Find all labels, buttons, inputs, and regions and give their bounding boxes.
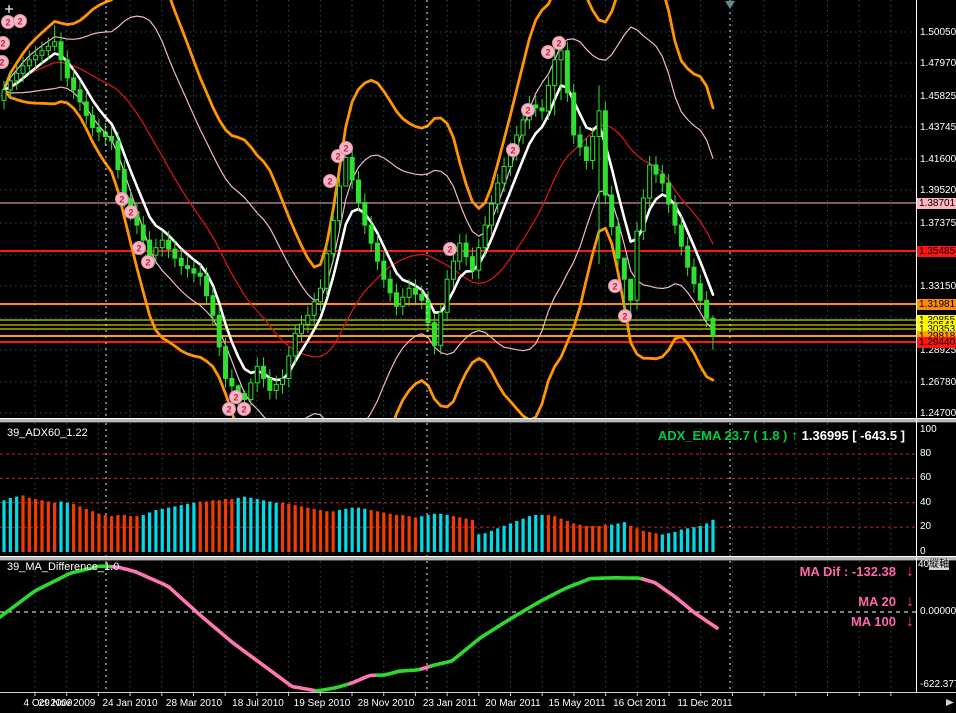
svg-text:2: 2	[145, 258, 150, 268]
date-axis-label: 28 Nov 2010	[358, 698, 415, 709]
price-axis-label: 1.39520	[920, 185, 956, 196]
down-arrow-icon: ↓	[906, 565, 914, 579]
date-axis-label: 11 Dec 2011	[677, 698, 732, 709]
date-axis-label: 23 Jan 2011	[423, 698, 477, 709]
adx-price-text: 1.36995 [ -643.5 ]	[802, 428, 905, 443]
madiff-panel	[0, 561, 916, 692]
ma-dif-row: MA Dif : -132.38 ↓	[800, 564, 914, 579]
ma-dif-value: MA Dif : -132.38	[800, 564, 896, 579]
adx-status-readout: ADX_EMA 23.7 ( 1.8 ) ↑ 1.36995 [ -643.5 …	[658, 427, 905, 443]
price-axis-label: 1.47970	[920, 58, 956, 69]
svg-text:2: 2	[525, 106, 530, 116]
adx-scale-label: 60	[920, 472, 931, 483]
adx-scale-label: 0	[920, 546, 926, 557]
price-axis-label: 1.43745	[920, 122, 956, 133]
date-axis-label: 28 Mar 2010	[166, 698, 222, 709]
svg-text:2: 2	[612, 282, 617, 292]
svg-text:2: 2	[136, 244, 141, 254]
svg-text:2: 2	[510, 146, 515, 156]
date-axis-label: 24 Jan 2010	[102, 698, 157, 709]
price-alert-tag: 1.38701	[917, 198, 956, 209]
svg-text:2: 2	[119, 195, 124, 205]
svg-text:2: 2	[17, 17, 22, 27]
price-alert-tag: 1.29440	[917, 337, 956, 348]
date-axis-label: 15 May 2011	[548, 698, 605, 709]
price-axis-label: 1.24700	[920, 408, 956, 419]
price-alert-tag: 1.35485	[917, 246, 956, 257]
price-axis-label: 1.26780	[920, 377, 956, 388]
svg-text:2: 2	[0, 58, 5, 68]
adx-scale-label: 80	[920, 448, 931, 459]
svg-text:2: 2	[241, 405, 246, 415]
svg-text:2: 2	[622, 312, 627, 322]
madiff-scale-top: 40縦軸	[918, 559, 949, 571]
adx-up-arrow-icon: ↑	[791, 427, 798, 443]
svg-text:2: 2	[128, 208, 133, 218]
date-axis-label: 19 Sep 2010	[294, 698, 351, 709]
price-axis-label: 1.45825	[920, 91, 956, 102]
date-axis-label: 16 Oct 2011	[613, 698, 667, 709]
price-axis-label: 1.50050	[920, 27, 956, 38]
down-arrow-icon: ↓	[906, 615, 914, 629]
ma-20-row: MA 20 ↓	[858, 594, 914, 609]
indicator-label-adx: 39_ADX60_1.22	[7, 427, 88, 439]
mt4-chart-window: 222222222222222222222 39_ADX60_1.22 ADX_…	[0, 0, 956, 713]
chart-canvas[interactable]: 222222222222222222222	[0, 0, 956, 713]
down-arrow-icon: ↓	[906, 595, 914, 609]
indicator-label-madiff: 39_MA_Difference_1.0	[7, 561, 119, 573]
ma-100-row: MA 100 ↓	[851, 614, 914, 629]
price-alert-tag: 1.31981	[917, 299, 956, 310]
date-axis-label: 29 Nov 2009	[39, 698, 96, 709]
svg-text:2: 2	[0, 39, 5, 49]
date-axis-border	[0, 692, 956, 693]
date-axis-label: 18 Jul 2010	[232, 698, 284, 709]
svg-text:2: 2	[226, 405, 231, 415]
date-axis-label: 20 Mar 2011	[485, 698, 540, 709]
price-axis-label: 1.41600	[920, 154, 956, 165]
svg-text:2: 2	[327, 177, 332, 187]
adx-scale-label: 100	[920, 424, 937, 435]
ma-100-label: MA 100	[851, 614, 896, 629]
svg-text:2: 2	[447, 245, 452, 255]
madiff-scale-top-plain: 40	[918, 559, 929, 570]
madiff-scale-min: -622.377	[920, 679, 956, 690]
madiff-scale-top-highlight: 縦軸	[929, 559, 949, 570]
ma-20-label: MA 20	[858, 594, 896, 609]
adx-value-text: ADX_EMA 23.7 ( 1.8 )	[658, 428, 788, 443]
svg-text:2: 2	[556, 39, 561, 49]
svg-text:2: 2	[5, 18, 10, 28]
madiff-scale-zero: 0.00000	[920, 606, 956, 617]
svg-text:2: 2	[335, 152, 340, 162]
svg-text:2: 2	[233, 393, 238, 403]
adx-scale-label: 40	[920, 497, 931, 508]
price-axis-label: 1.37375	[920, 218, 956, 229]
panel-separator-2[interactable]	[0, 556, 956, 561]
price-axis-label: 1.33150	[920, 281, 956, 292]
adx-scale-label: 20	[920, 521, 931, 532]
svg-text:2: 2	[545, 48, 550, 58]
panel-separator-1[interactable]	[0, 418, 956, 423]
svg-text:2: 2	[343, 144, 348, 154]
